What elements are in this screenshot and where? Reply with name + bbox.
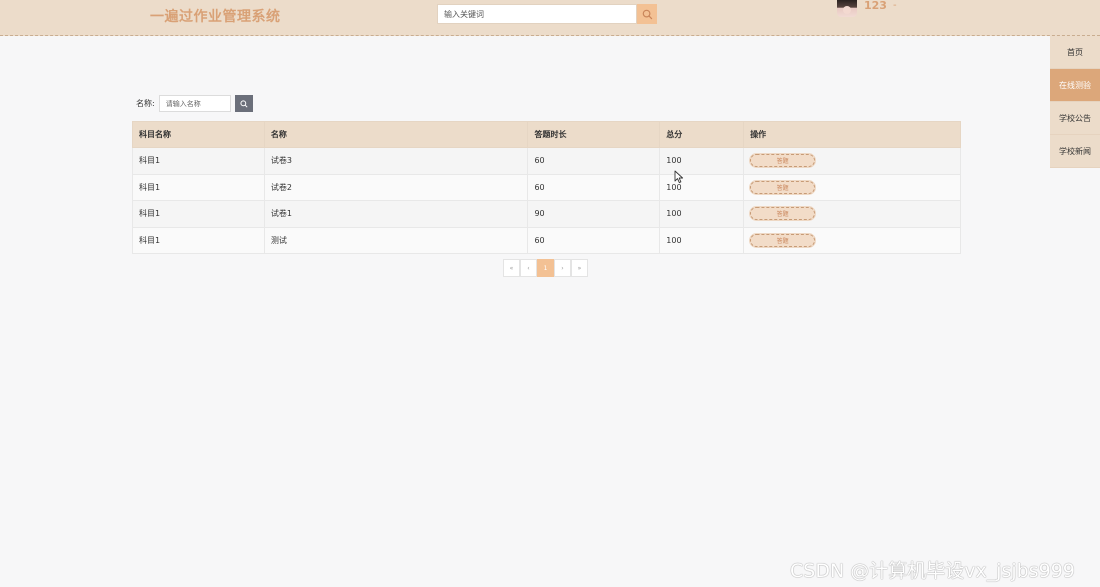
- table-row: 科目1 试卷1 90 100 答题: [132, 200, 961, 228]
- cell-name: 测试: [263, 226, 529, 254]
- cell-name: 试卷2: [263, 173, 529, 201]
- side-nav-item-school-notice[interactable]: 学校公告: [1050, 102, 1100, 135]
- cell-duration: 60: [527, 226, 661, 254]
- username[interactable]: 123: [864, 0, 887, 12]
- cell-name: 试卷1: [263, 200, 529, 228]
- page-prev-button[interactable]: ‹: [520, 259, 537, 277]
- global-search: [437, 4, 657, 24]
- column-header-action: 操作: [743, 121, 961, 148]
- cell-score: 100: [659, 147, 745, 175]
- cell-action: 答题: [743, 147, 961, 175]
- page-current-button[interactable]: 1: [537, 259, 554, 277]
- answer-button[interactable]: 答题: [750, 154, 816, 168]
- filter-label: 名称:: [136, 99, 155, 108]
- table-row: 科目1 测试 60 100 答题: [132, 226, 961, 254]
- answer-button[interactable]: 答题: [750, 207, 816, 221]
- cell-action: 答题: [743, 200, 961, 228]
- cell-name: 试卷3: [263, 147, 529, 175]
- page-next-button[interactable]: ›: [554, 259, 571, 277]
- table-row: 科目1 试卷2 60 100 答题: [132, 173, 961, 201]
- cell-score: 100: [659, 173, 745, 201]
- cell-score: 100: [659, 200, 745, 228]
- search-icon: [642, 9, 652, 19]
- column-header-subject[interactable]: 科目名称: [132, 121, 265, 148]
- table-row: 科目1 试卷3 60 100 答题: [132, 147, 961, 175]
- column-header-score[interactable]: 总分: [659, 121, 745, 148]
- cell-subject: 科目1: [132, 226, 265, 254]
- cell-subject: 科目1: [132, 200, 265, 228]
- side-nav: 首页 在线测验 学校公告 学校新闻: [1050, 36, 1100, 168]
- side-nav-item-online-test[interactable]: 在线测验: [1050, 69, 1100, 102]
- cell-subject: 科目1: [132, 173, 265, 201]
- cell-subject: 科目1: [132, 147, 265, 175]
- answer-button[interactable]: 答题: [750, 180, 816, 194]
- side-nav-item-home[interactable]: 首页: [1050, 36, 1100, 69]
- user-avatar[interactable]: [837, 0, 857, 17]
- cell-action: 答题: [743, 173, 961, 201]
- global-search-input[interactable]: [437, 4, 637, 24]
- csdn-watermark: CSDN @计算机毕设vx_jsjbs999: [790, 560, 1075, 582]
- mouse-cursor-icon: [674, 170, 684, 184]
- page-first-button[interactable]: «: [503, 259, 520, 277]
- column-header-duration[interactable]: 答题时长: [527, 121, 661, 148]
- search-icon: [240, 99, 248, 108]
- cell-duration: 60: [527, 147, 661, 175]
- global-search-button[interactable]: [637, 4, 657, 24]
- cell-duration: 90: [527, 200, 661, 228]
- exam-table: 科目名称 名称 答题时长 总分 操作 科目1 试卷3 60 100 答题 科目1…: [132, 121, 961, 254]
- name-filter: 名称:: [136, 95, 253, 112]
- column-header-name[interactable]: 名称: [263, 121, 529, 148]
- name-filter-search-button[interactable]: [234, 95, 253, 112]
- site-logo[interactable]: 一遍过作业管理系统: [150, 6, 281, 26]
- cell-score: 100: [659, 226, 745, 254]
- name-filter-input[interactable]: [158, 95, 231, 112]
- cell-duration: 60: [527, 173, 661, 201]
- pagination: « ‹ 1 › »: [503, 259, 588, 277]
- table-header-row: 科目名称 名称 答题时长 总分 操作: [132, 121, 961, 148]
- cell-action: 答题: [743, 226, 961, 254]
- page-last-button[interactable]: »: [571, 259, 588, 277]
- answer-button[interactable]: 答题: [750, 233, 816, 247]
- top-header: 一遍过作业管理系统 123 -: [0, 0, 1100, 36]
- user-menu-caret[interactable]: -: [893, 0, 897, 11]
- side-nav-item-school-news[interactable]: 学校新闻: [1050, 135, 1100, 168]
